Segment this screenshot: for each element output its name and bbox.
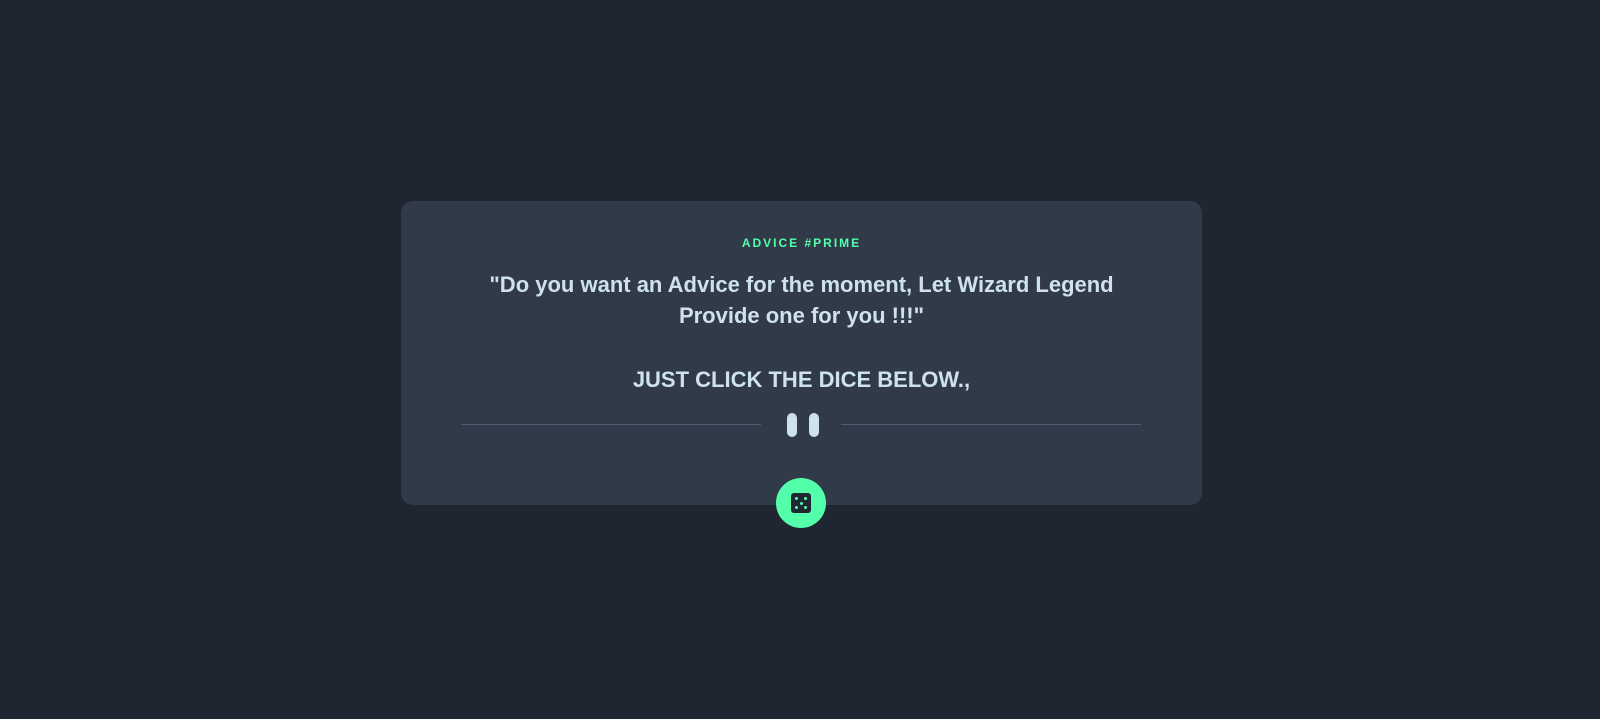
advice-card: ADVICE #PRIME "Do you want an Advice for… bbox=[401, 201, 1202, 505]
divider-line-left bbox=[461, 424, 761, 425]
advice-id-label: ADVICE #PRIME bbox=[741, 236, 862, 250]
divider-line-right bbox=[841, 424, 1141, 425]
dice-icon bbox=[791, 493, 811, 513]
instruction-text: JUST CLICK THE DICE BELOW., bbox=[632, 367, 971, 392]
advice-text: "Do you want an Advice for the moment, L… bbox=[489, 272, 1114, 328]
pause-icon bbox=[787, 412, 819, 438]
dice-button[interactable] bbox=[776, 478, 826, 528]
pattern-divider bbox=[461, 412, 1141, 438]
